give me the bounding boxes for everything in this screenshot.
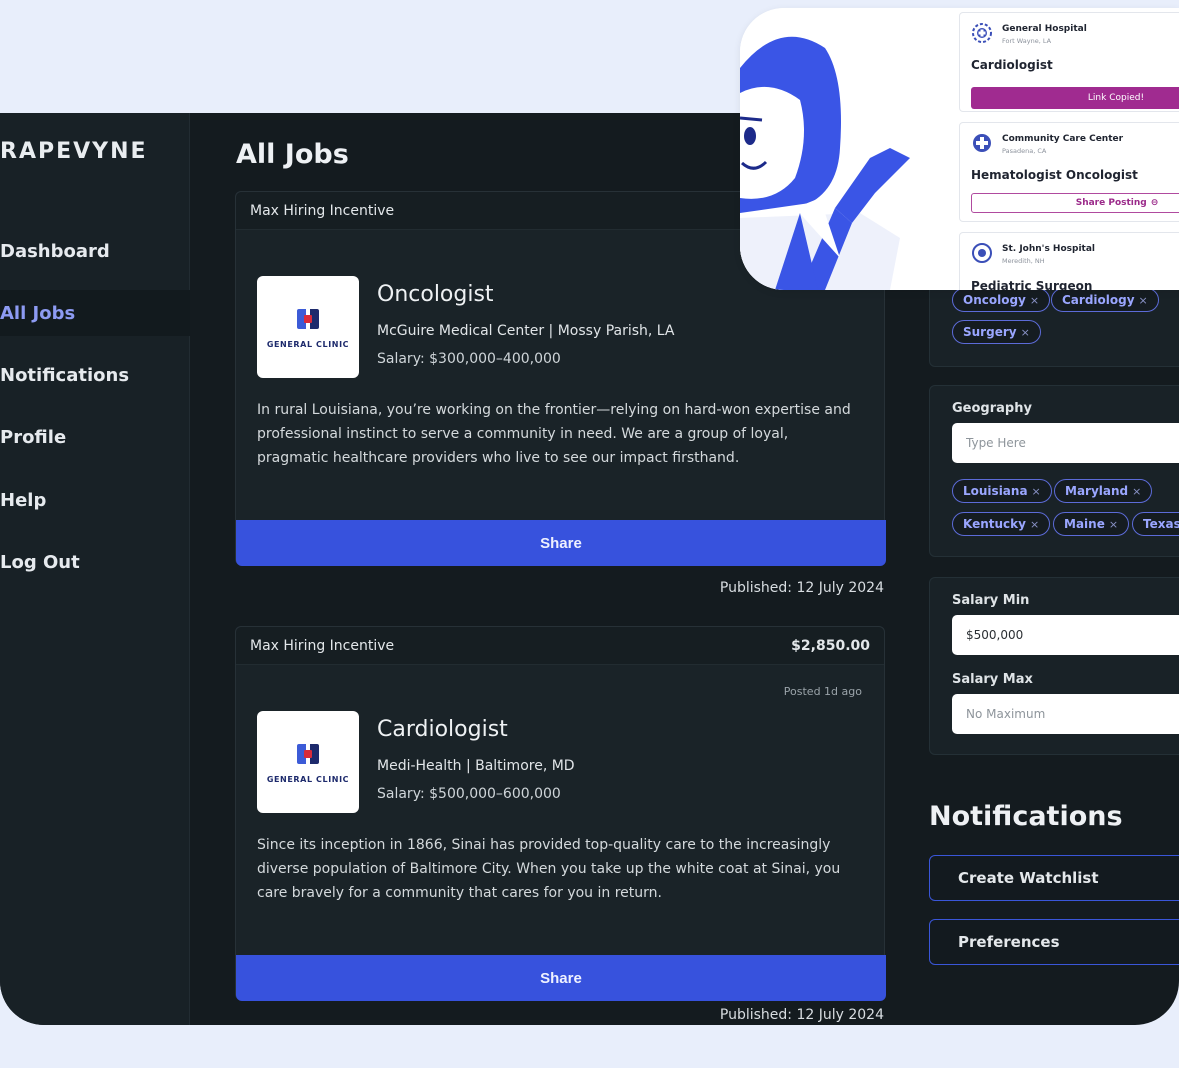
tag-kentucky[interactable]: Kentucky × — [952, 512, 1051, 536]
sidebar-item-label: Notifications — [0, 364, 130, 386]
mini-job-card: General Hospital Fort Wayne, LA Cardiolo… — [959, 12, 1179, 112]
salary-min-label: Salary Min — [952, 593, 1030, 608]
tag-label: Surgery — [963, 325, 1017, 339]
geography-label: Geography — [952, 401, 1032, 416]
mini-location: Meredith, NH — [1002, 257, 1045, 265]
link-icon: ⊖ — [1150, 198, 1159, 208]
tag-label: Oncology — [963, 293, 1026, 307]
sidebar-item-label: Log Out — [0, 551, 80, 573]
tag-label: Cardiology — [1062, 293, 1135, 307]
sidebar-item-log-out[interactable]: Log Out — [0, 539, 190, 585]
salary-min-input[interactable] — [952, 615, 1179, 655]
tag-label: Maryland — [1065, 484, 1129, 498]
job-org: McGuire Medical Center | Mossy Parish, L… — [377, 323, 675, 339]
tag-louisiana[interactable]: Louisiana × — [952, 479, 1052, 503]
close-icon[interactable]: × — [1032, 485, 1041, 498]
salary-max-input[interactable] — [952, 694, 1179, 734]
share-posting-button[interactable]: Share Posting ⊖ — [971, 193, 1179, 213]
link-copied-badge: Link Copied! — [971, 87, 1179, 109]
sidebar-item-help[interactable]: Help — [0, 477, 190, 523]
close-icon[interactable]: × — [1132, 485, 1141, 498]
mini-location: Fort Wayne, LA — [1002, 37, 1052, 45]
sidebar-item-profile[interactable]: Profile — [0, 414, 190, 460]
share-button[interactable]: Share — [236, 955, 886, 1001]
salary-max-label: Salary Max — [952, 672, 1033, 687]
notifications-title: Notifications — [929, 801, 1123, 832]
sidebar-item-label: Dashboard — [0, 240, 110, 262]
sidebar-item-dashboard[interactable]: Dashboard — [0, 228, 190, 274]
geography-input[interactable] — [952, 423, 1179, 463]
create-watchlist-button[interactable]: Create Watchlist — [929, 855, 1179, 901]
mini-title: Pediatric Surgeon — [971, 279, 1093, 290]
mini-job-card: Community Care Center Pasadena, CA Hemat… — [959, 122, 1179, 222]
mini-location: Pasadena, CA — [1002, 147, 1047, 155]
mini-org: General Hospital — [1002, 24, 1087, 34]
job-description: Since its inception in 1866, Sinai has p… — [257, 837, 841, 901]
job-salary: Salary: $500,000–600,000 — [377, 786, 561, 802]
sidebar-item-notifications[interactable]: Notifications — [0, 352, 190, 398]
sidebar: RAPEVYNE Dashboard All Jobs Notification… — [0, 113, 190, 1025]
mini-job-card: St. John's Hospital Meredith, NH Pediatr… — [959, 232, 1179, 290]
hospital-icon — [972, 23, 992, 43]
hospital-icon — [973, 134, 991, 152]
promo-overlay: General Hospital Fort Wayne, LA Cardiolo… — [740, 8, 1179, 290]
doctor-illustration — [740, 8, 960, 290]
tag-maine[interactable]: Maine × — [1053, 512, 1130, 536]
close-icon[interactable]: × — [1030, 294, 1039, 307]
share-button[interactable]: Share — [236, 520, 886, 566]
tag-surgery[interactable]: Surgery × — [952, 320, 1041, 344]
published-date: Published: 12 July 2024 — [719, 1007, 884, 1023]
published-date: Published: 12 July 2024 — [719, 580, 884, 596]
close-icon[interactable]: × — [1109, 518, 1118, 531]
mini-title: Hematologist Oncologist — [971, 168, 1138, 182]
posted-time: Posted 1d ago — [783, 685, 862, 698]
geography-filter-panel: Geography Louisiana× Maryland× Kentucky×… — [929, 385, 1179, 557]
tag-oncology[interactable]: Oncology × — [952, 288, 1051, 312]
job-salary: Salary: $300,000–400,000 — [377, 351, 561, 367]
share-posting-label: Share Posting — [1075, 198, 1147, 208]
hospital-icon — [972, 243, 992, 263]
clinic-logo-text: GENERAL CLINIC — [266, 339, 350, 349]
clinic-logo-icon — [293, 306, 323, 332]
tag-texas[interactable]: Texas× — [1132, 512, 1179, 536]
tag-label: Kentucky — [963, 517, 1026, 531]
page-title: All Jobs — [236, 139, 349, 170]
sidebar-item-label: Help — [0, 489, 47, 511]
clinic-logo: GENERAL CLINIC — [257, 711, 359, 813]
mini-org: Community Care Center — [1002, 134, 1124, 144]
tag-cardiology[interactable]: Cardiology × — [1051, 288, 1159, 312]
job-title[interactable]: Cardiologist — [377, 717, 508, 742]
mini-org: St. John's Hospital — [1002, 244, 1095, 254]
tag-label: Maine — [1064, 517, 1105, 531]
incentive-amount: $2,850.00 — [791, 637, 870, 654]
job-card: Max Hiring Incentive $2,850.00 Posted 1d… — [235, 626, 886, 1023]
preferences-button[interactable]: Preferences — [929, 919, 1179, 965]
close-icon[interactable]: × — [1030, 518, 1039, 531]
clinic-logo: GENERAL CLINIC — [257, 276, 359, 378]
sidebar-item-label: Profile — [0, 426, 67, 448]
sidebar-item-label: All Jobs — [0, 302, 76, 324]
clinic-logo-text: GENERAL CLINIC — [266, 774, 350, 784]
tag-maryland[interactable]: Maryland × — [1054, 479, 1153, 503]
sidebar-item-all-jobs[interactable]: All Jobs — [0, 290, 190, 336]
job-org: Medi-Health | Baltimore, MD — [377, 758, 575, 774]
tag-label: Louisiana — [963, 484, 1028, 498]
job-description: In rural Louisiana, you’re working on th… — [257, 402, 851, 466]
close-icon[interactable]: × — [1021, 326, 1030, 339]
clinic-logo-icon — [293, 741, 323, 767]
incentive-label: Max Hiring Incentive — [250, 637, 395, 654]
salary-filter-panel: Salary Min Salary Max — [929, 577, 1179, 755]
tag-label: Texas — [1143, 517, 1179, 531]
incentive-label: Max Hiring Incentive — [250, 202, 395, 219]
brand-logo: RAPEVYNE — [0, 139, 148, 164]
incentive-header: Max Hiring Incentive $2,850.00 — [236, 627, 884, 665]
close-icon[interactable]: × — [1139, 294, 1148, 307]
job-title[interactable]: Oncologist — [377, 282, 494, 307]
mini-title: Cardiologist — [971, 58, 1053, 72]
